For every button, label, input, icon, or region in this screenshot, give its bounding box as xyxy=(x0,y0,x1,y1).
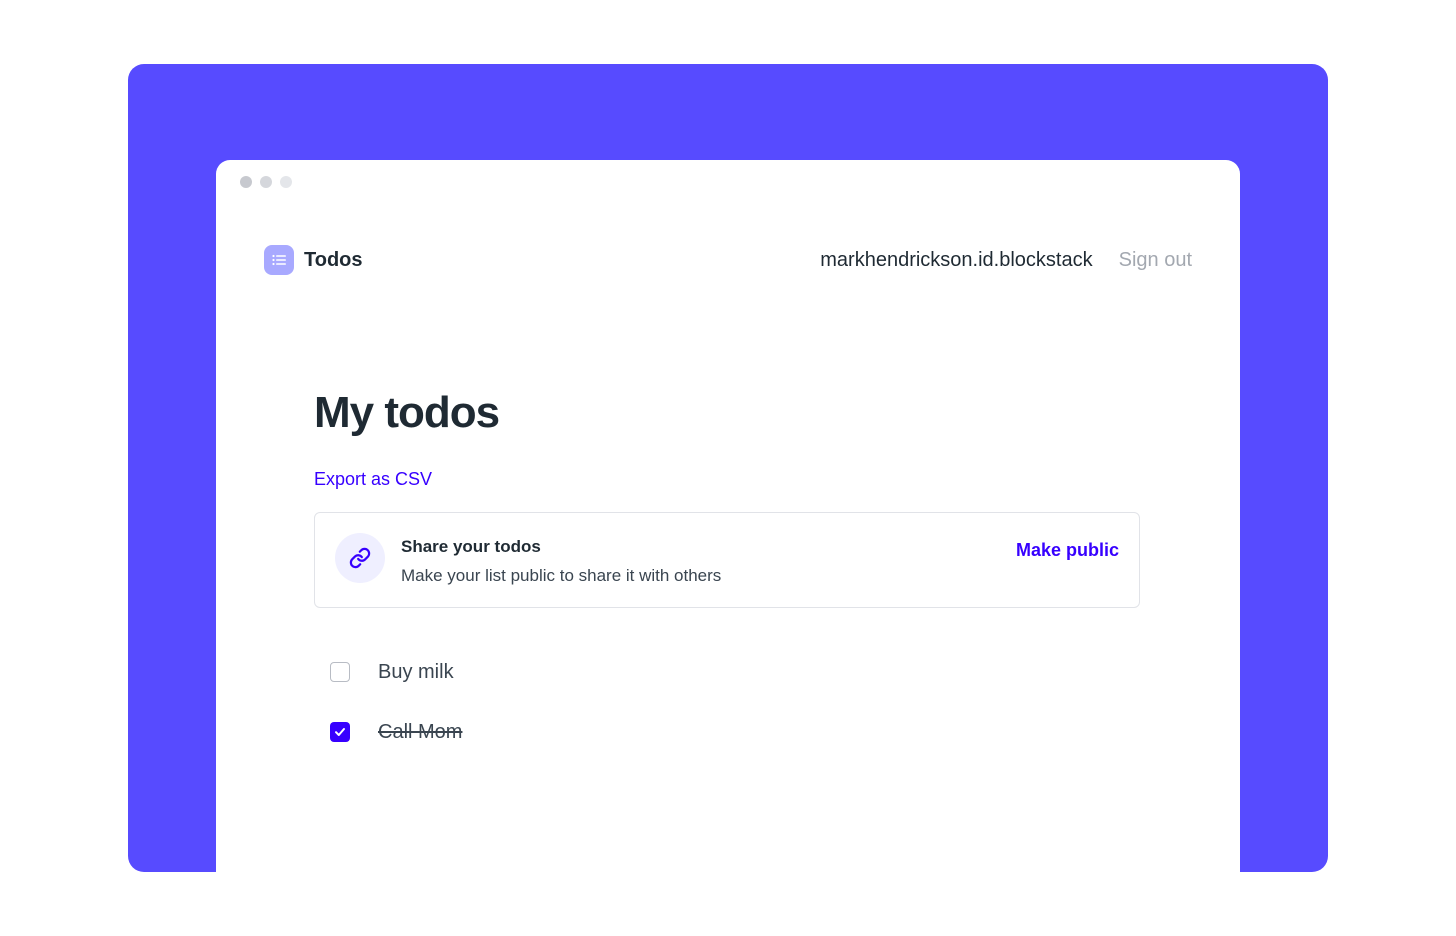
todo-checkbox[interactable] xyxy=(330,662,350,682)
window-dot xyxy=(240,176,252,188)
link-icon xyxy=(335,533,385,583)
user-area: markhendrickson.id.blockstack Sign out xyxy=(820,249,1192,272)
make-public-button[interactable]: Make public xyxy=(1016,540,1119,561)
window-dot xyxy=(280,176,292,188)
export-csv-link[interactable]: Export as CSV xyxy=(314,469,432,490)
todo-label: Call Mom xyxy=(378,720,463,743)
background-frame: Todos markhendrickson.id.blockstack Sign… xyxy=(128,64,1328,872)
window-controls xyxy=(240,176,292,188)
todo-item: Call Mom xyxy=(330,702,462,762)
todo-list: Buy milk Call Mom xyxy=(330,642,462,762)
app-header: Todos markhendrickson.id.blockstack Sign… xyxy=(264,245,1192,275)
todo-checkbox[interactable] xyxy=(330,722,350,742)
app-title: Todos xyxy=(304,248,363,271)
todo-item: Buy milk xyxy=(330,642,462,702)
page-title: My todos xyxy=(314,388,500,437)
list-icon xyxy=(264,245,294,275)
brand[interactable]: Todos xyxy=(264,245,363,275)
sign-out-link[interactable]: Sign out xyxy=(1119,249,1192,272)
share-title: Share your todos xyxy=(401,537,541,556)
app-window: Todos markhendrickson.id.blockstack Sign… xyxy=(216,160,1240,872)
share-description: Make your list public to share it with o… xyxy=(401,566,722,585)
username: markhendrickson.id.blockstack xyxy=(820,248,1093,271)
todo-label: Buy milk xyxy=(378,660,454,683)
window-dot xyxy=(260,176,272,188)
checkmark-icon xyxy=(335,728,345,736)
share-card: Share your todos Make your list public t… xyxy=(314,512,1140,608)
